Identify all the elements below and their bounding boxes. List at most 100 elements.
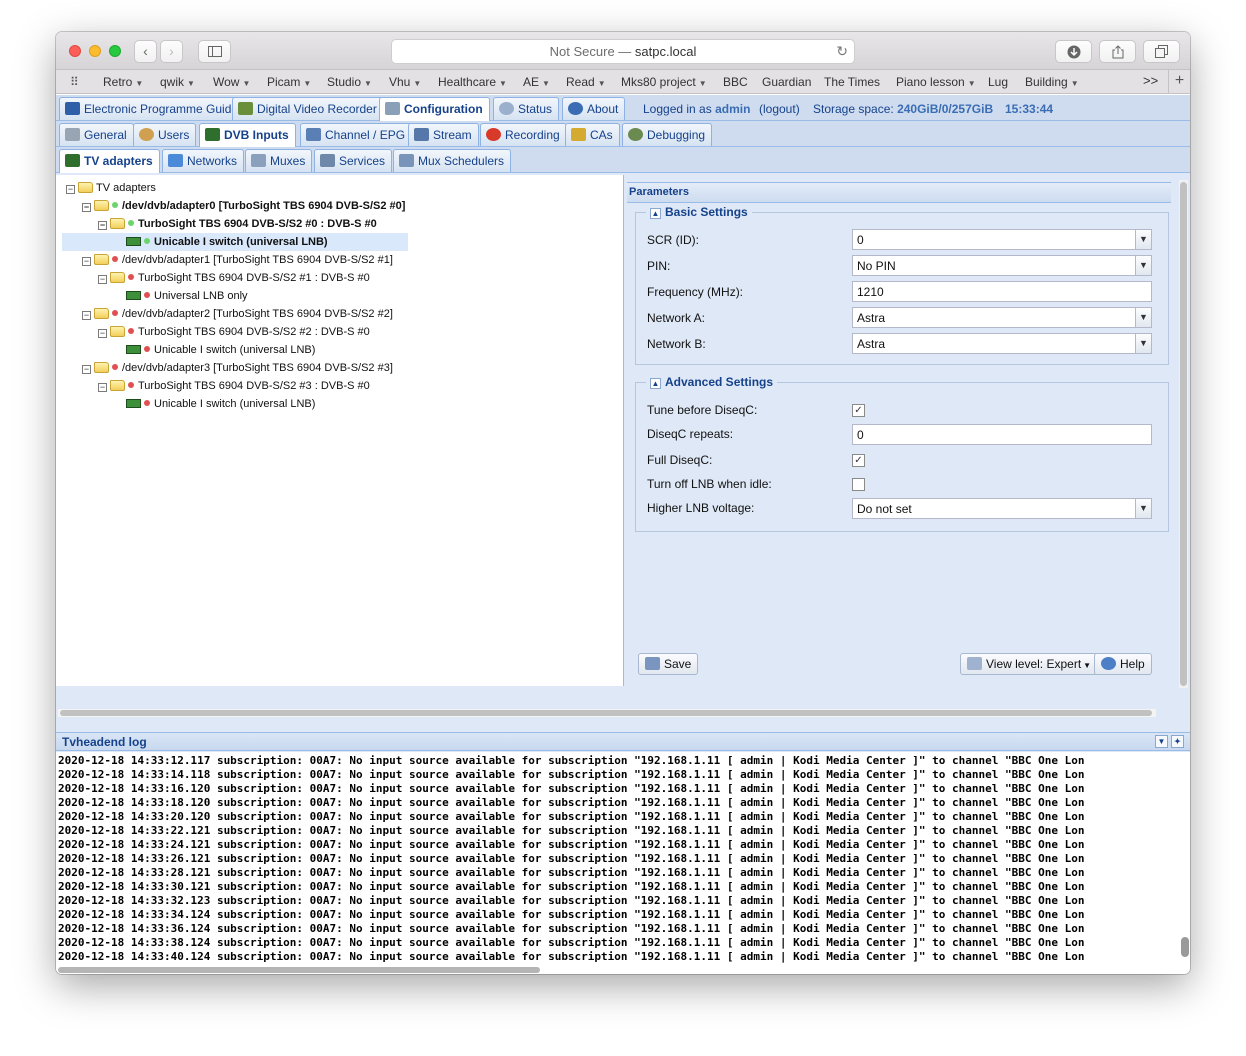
pin-select[interactable]: No PIN ▼ xyxy=(852,255,1152,276)
network-a-select[interactable]: Astra ▼ xyxy=(852,307,1152,328)
scrollbar-thumb[interactable] xyxy=(58,967,540,973)
tab-configuration[interactable]: Configuration xyxy=(379,97,490,121)
scrollbar-thumb[interactable] xyxy=(1181,937,1189,957)
tree-node-adapter3[interactable]: −/dev/dvb/adapter3 [TurboSight TBS 6904 … xyxy=(82,359,393,377)
bookmark-retro[interactable]: Retro ▼ xyxy=(103,75,143,89)
folder-icon xyxy=(94,200,109,211)
tree-node-frontend1[interactable]: − TurboSight TBS 6904 DVB-S/S2 #1 : DVB-S… xyxy=(98,269,370,287)
full-diseqc-checkbox[interactable]: ✓ xyxy=(852,454,865,467)
log-title: Tvheadend log xyxy=(62,735,147,749)
tab-networks[interactable]: Networks xyxy=(162,149,245,172)
address-bar[interactable]: Not Secure — satpc.local ↻ xyxy=(391,39,855,64)
zoom-window-button[interactable] xyxy=(109,45,121,57)
tab-users[interactable]: Users xyxy=(133,123,197,146)
tree-node-adapter2[interactable]: −/dev/dvb/adapter2 [TurboSight TBS 6904 … xyxy=(82,305,393,323)
log-horizontal-scrollbar[interactable] xyxy=(56,965,1180,974)
help-icon xyxy=(1101,657,1116,670)
tab-about[interactable]: About xyxy=(562,97,626,120)
bookmark-healthcare[interactable]: Healthcare ▼ xyxy=(438,75,507,89)
bookmark-mks80[interactable]: Mks80 project ▼ xyxy=(621,75,707,89)
help-button[interactable]: Help xyxy=(1094,653,1152,675)
status-error-icon xyxy=(112,310,118,316)
scrollbar-thumb[interactable] xyxy=(60,710,1152,716)
log-settings-button[interactable]: ✦ xyxy=(1171,735,1184,748)
tabs-overview-button[interactable] xyxy=(1143,40,1180,63)
basic-settings-legend[interactable]: ▲ Basic Settings xyxy=(646,205,752,219)
log-line: 2020-12-18 14:33:36.124 subscription: 00… xyxy=(58,922,1085,935)
bookmark-vhu[interactable]: Vhu ▼ xyxy=(389,75,421,89)
bookmark-studio[interactable]: Studio ▼ xyxy=(327,75,372,89)
tab-dvr[interactable]: Digital Video Recorder xyxy=(232,97,384,120)
tab-dvb-inputs[interactable]: DVB Inputs xyxy=(199,123,296,147)
minimize-window-button[interactable] xyxy=(89,45,101,57)
bookmark-piano-lesson[interactable]: Piano lesson ▼ xyxy=(896,75,976,89)
grid-icon[interactable]: ⠿ xyxy=(70,75,79,89)
storage-value: 240GiB/0/257GiB xyxy=(897,102,994,116)
collapse-log-button[interactable]: ▼ xyxy=(1155,735,1168,748)
status-error-icon xyxy=(112,364,118,370)
tab-tv-adapters[interactable]: TV adapters xyxy=(59,149,160,173)
main-vertical-scrollbar[interactable] xyxy=(1179,180,1188,688)
tree-root[interactable]: − TV adapters xyxy=(66,179,156,197)
tab-recording[interactable]: Recording xyxy=(480,123,567,146)
downloads-button[interactable] xyxy=(1055,40,1092,63)
save-button[interactable]: Save xyxy=(638,653,699,675)
tree-node-frontend0[interactable]: − TurboSight TBS 6904 DVB-S/S2 #0 : DVB-S… xyxy=(98,215,377,233)
bookmark-bbc[interactable]: BBC xyxy=(723,75,748,89)
advanced-settings-legend[interactable]: ▲ Advanced Settings xyxy=(646,375,778,389)
bookmark-guardian[interactable]: Guardian xyxy=(762,75,811,89)
tab-cas[interactable]: CAs xyxy=(565,123,620,146)
reload-icon[interactable]: ↻ xyxy=(836,40,848,63)
tree-node-satconf0[interactable]: Unicable I switch (universal LNB) xyxy=(62,233,408,251)
bookmark-picam[interactable]: Picam ▼ xyxy=(267,75,311,89)
tab-general[interactable]: General xyxy=(59,123,134,146)
bookmark-ae[interactable]: AE ▼ xyxy=(523,75,550,89)
main-horizontal-scrollbar[interactable] xyxy=(58,709,1156,717)
tune-before-diseqc-checkbox[interactable]: ✓ xyxy=(852,404,865,417)
back-button[interactable]: ‹ xyxy=(134,40,157,63)
scrollbar-thumb[interactable] xyxy=(1180,182,1187,686)
collapse-icon: − xyxy=(66,184,75,194)
tab-services[interactable]: Services xyxy=(314,149,393,172)
bookmark-lug[interactable]: Lug xyxy=(988,75,1008,89)
tree-node-adapter0[interactable]: −/dev/dvb/adapter0 [TurboSight TBS 6904 … xyxy=(82,197,405,215)
sidebar-toggle-button[interactable] xyxy=(198,40,231,63)
tab-epg[interactable]: Electronic Programme Guide xyxy=(59,97,246,120)
tab-mux-schedulers[interactable]: Mux Schedulers xyxy=(393,149,512,172)
forward-button[interactable]: › xyxy=(160,40,183,63)
tab-muxes[interactable]: Muxes xyxy=(245,149,313,172)
bookmark-building[interactable]: Building ▼ xyxy=(1025,75,1079,89)
higher-lnb-voltage-select[interactable]: Do not set ▼ xyxy=(852,498,1152,519)
tree-node-satconf2[interactable]: Unicable I switch (universal LNB) xyxy=(126,341,315,359)
logout-link[interactable]: (logout) xyxy=(759,102,800,116)
new-tab-button[interactable]: + xyxy=(1168,70,1190,93)
log-vertical-scrollbar[interactable] xyxy=(1180,752,1190,974)
tab-status[interactable]: Status xyxy=(493,97,560,120)
bookmarks-more-button[interactable]: >> xyxy=(1143,73,1158,88)
network-b-select[interactable]: Astra ▼ xyxy=(852,333,1152,354)
tab-channel-epg[interactable]: Channel / EPG xyxy=(300,123,413,146)
turn-off-lnb-checkbox[interactable] xyxy=(852,478,865,491)
tree-node-adapter1[interactable]: −/dev/dvb/adapter1 [TurboSight TBS 6904 … xyxy=(82,251,393,269)
scr-select[interactable]: 0 ▼ xyxy=(852,229,1152,250)
folder-icon xyxy=(78,182,93,193)
bookmark-wow[interactable]: Wow ▼ xyxy=(213,75,250,89)
view-level-button[interactable]: View level: Expert ▼ xyxy=(960,653,1099,675)
bookmark-the-times[interactable]: The Times xyxy=(824,75,880,89)
frequency-label: Frequency (MHz): xyxy=(647,285,744,299)
frequency-input[interactable]: 1210 xyxy=(852,281,1152,302)
tree-node-frontend2[interactable]: − TurboSight TBS 6904 DVB-S/S2 #2 : DVB-S… xyxy=(98,323,370,341)
tree-node-satconf3[interactable]: Unicable I switch (universal LNB) xyxy=(126,395,315,413)
tree-node-satconf1[interactable]: Universal LNB only xyxy=(126,287,248,305)
status-ok-icon xyxy=(112,202,118,208)
bookmark-read[interactable]: Read ▼ xyxy=(566,75,606,89)
diseqc-repeats-label: DiseqC repeats: xyxy=(647,427,734,441)
tab-debugging[interactable]: Debugging xyxy=(622,123,713,146)
tree-node-frontend3[interactable]: − TurboSight TBS 6904 DVB-S/S2 #3 : DVB-S… xyxy=(98,377,370,395)
log-line: 2020-12-18 14:33:22.121 subscription: 00… xyxy=(58,824,1085,837)
diseqc-repeats-input[interactable]: 0 xyxy=(852,424,1152,445)
share-button[interactable] xyxy=(1099,40,1136,63)
close-window-button[interactable] xyxy=(69,45,81,57)
bookmark-qwik[interactable]: qwik ▼ xyxy=(160,75,195,89)
tab-stream[interactable]: Stream xyxy=(408,123,479,146)
